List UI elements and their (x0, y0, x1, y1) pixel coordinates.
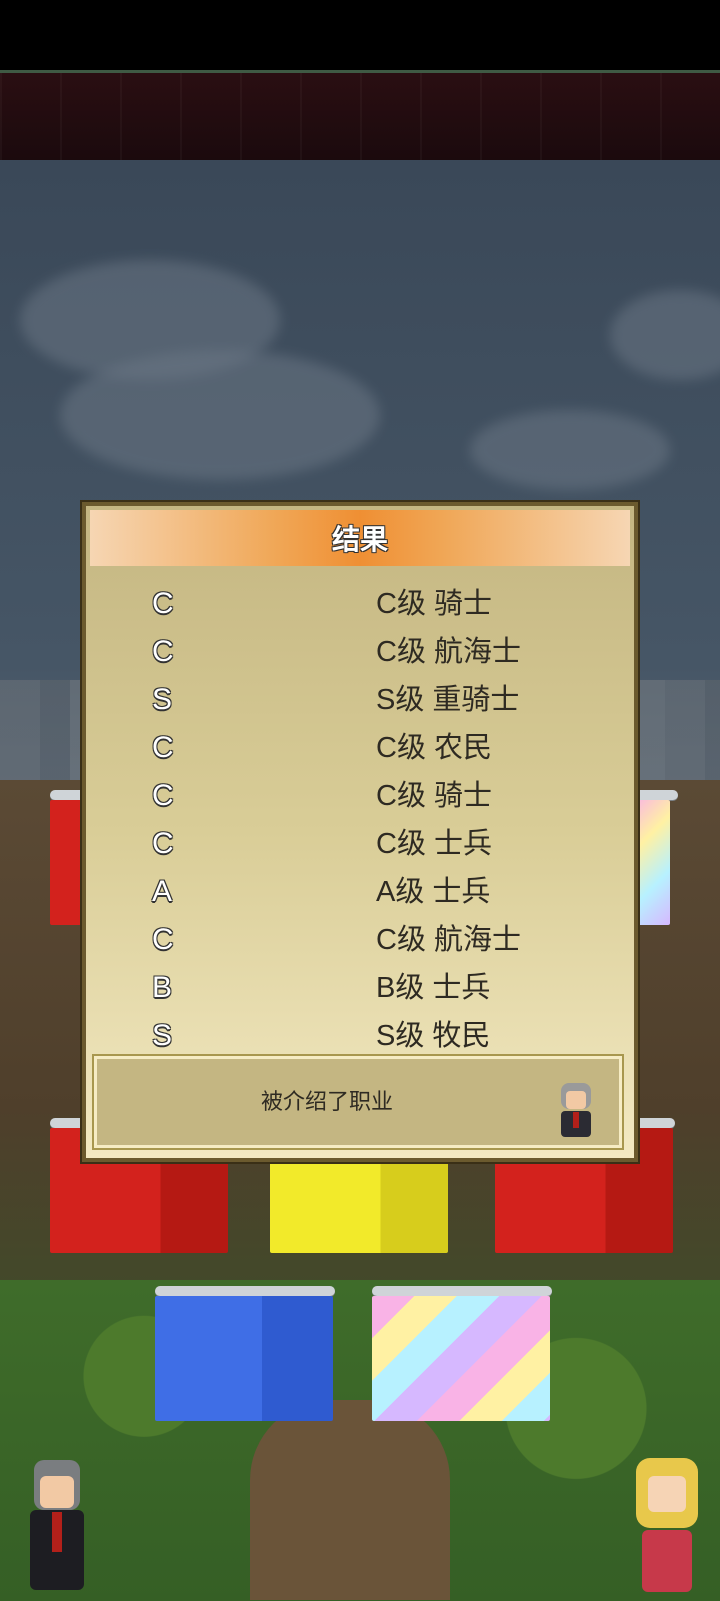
curtain-rod (372, 1286, 552, 1296)
grade-label: C (152, 779, 174, 812)
job-label: C级 航海士 (376, 636, 522, 668)
result-dialog: 结果 C C级 骑士 C C级 航海士 S S级 重骑士 C C级 农民 C C… (80, 500, 640, 1164)
cloud (610, 290, 720, 380)
result-row: C C级 骑士 (86, 772, 634, 820)
result-row: S S级 重骑士 (86, 676, 634, 724)
curtain-rod (155, 1286, 335, 1296)
curtain-red[interactable] (50, 800, 85, 925)
grade-label: S (152, 683, 173, 716)
job-label: B级 士兵 (376, 972, 491, 1004)
job-label: C级 骑士 (376, 588, 493, 620)
result-row: C C级 士兵 (86, 820, 634, 868)
job-label: C级 骑士 (376, 780, 493, 812)
dialog-title: 结果 (90, 510, 630, 566)
job-label: S级 重骑士 (376, 684, 520, 716)
status-bar (0, 0, 720, 70)
result-row: C C级 航海士 (86, 916, 634, 964)
right-character-icon (622, 1450, 712, 1600)
top-bar (0, 70, 720, 160)
curtain-rainbow[interactable] (372, 1296, 550, 1421)
grade-label: S (152, 1019, 173, 1052)
job-label: C级 士兵 (376, 828, 493, 860)
result-row: B B级 士兵 (86, 964, 634, 1012)
result-row: C C级 农民 (86, 724, 634, 772)
result-row: A A级 士兵 (86, 868, 634, 916)
advisor-portrait-icon (555, 1081, 597, 1139)
job-label: C级 农民 (376, 732, 493, 764)
grade-label: C (152, 587, 174, 620)
grade-label: B (152, 971, 173, 1004)
cloud (470, 410, 670, 490)
job-label: A级 士兵 (376, 876, 491, 908)
curtain-blue[interactable] (155, 1296, 333, 1421)
grade-label: C (152, 731, 174, 764)
cloud (60, 350, 380, 480)
grade-label: C (152, 827, 174, 860)
grade-label: C (152, 635, 174, 668)
job-label: C级 航海士 (376, 924, 522, 956)
result-row: C C级 骑士 (86, 580, 634, 628)
message-box[interactable]: 被介绍了职业 (92, 1054, 624, 1150)
result-row: S S级 牧民 (86, 1012, 634, 1060)
grade-label: A (152, 875, 173, 908)
grade-label: C (152, 923, 174, 956)
dirt-path (250, 1400, 450, 1600)
result-row: C C级 航海士 (86, 628, 634, 676)
left-character-icon (12, 1450, 102, 1600)
message-text: 被介绍了职业 (260, 1089, 393, 1114)
job-label: S级 牧民 (376, 1020, 491, 1052)
